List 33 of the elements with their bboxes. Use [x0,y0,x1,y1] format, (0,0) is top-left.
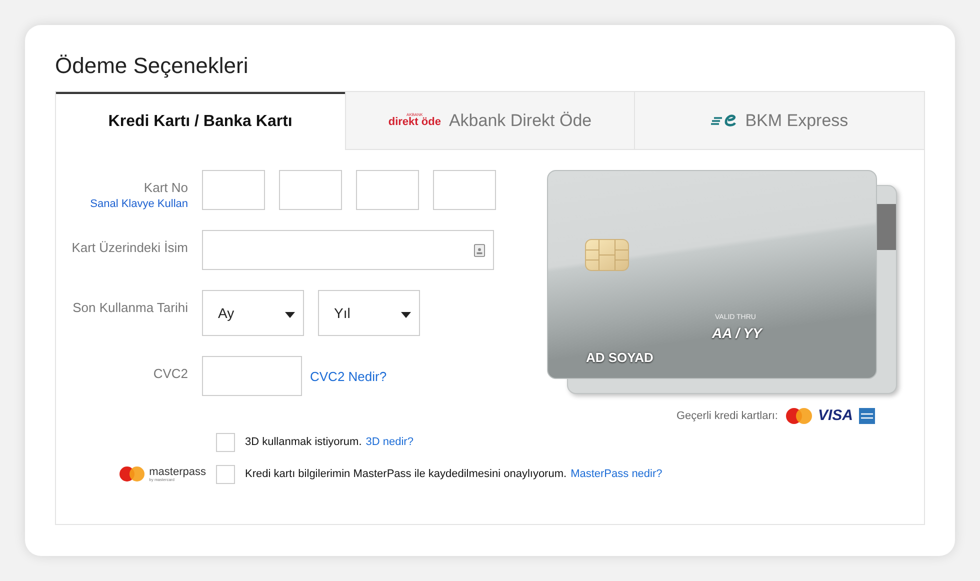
cvc-label: CVC2 [153,366,188,381]
cvc-field[interactable] [202,356,302,396]
year-select[interactable]: Yıl [318,290,420,336]
card-holder-text: AD SOYAD [586,350,654,365]
card-number-field[interactable] [433,170,496,210]
caret-icon [285,312,295,318]
card-number-label: Kart No [144,180,188,195]
option-text: Kredi kartı bilgilerimin MasterPass ile kaydedilmesini onaylıyorum. [245,468,567,480]
chip-icon [585,239,629,271]
card-name-label: Kart Üzerindeki İsim [72,240,188,255]
info-link[interactable]: MasterPass nedir? [570,468,662,480]
cvc-info-link[interactable]: CVC2 Nedir? [310,368,387,384]
option-text: 3D kullanmak istiyorum. [245,436,362,448]
payment-tab[interactable]: BKM Express [634,92,924,150]
masterpass-circles-icon [119,466,146,482]
info-link[interactable]: 3D nedir? [366,436,414,448]
checkbox[interactable] [216,464,235,484]
contact-card-icon [474,244,485,256]
expiry-date-label: Son Kullanma Tarihi [72,300,188,315]
visa-logo: VISA [818,407,853,424]
card-number-field[interactable] [356,170,419,210]
virtual-keyboard-link[interactable]: Sanal Klavye Kullan [90,198,188,210]
card-number-field[interactable] [202,170,265,210]
card-number-field[interactable] [279,170,342,210]
card-expiry-text: AA / YY [712,325,762,341]
bkm-logo-icon [711,114,738,128]
checkbox[interactable] [216,432,235,452]
mastercard-logo-icon [786,408,812,424]
page-title: Ödeme Seçenekleri [55,52,250,80]
accepted-cards-label: Geçerli kredi kartları: [676,410,778,422]
card-name-field[interactable] [202,230,494,270]
caret-icon [401,312,411,318]
month-select[interactable]: Ay [202,290,304,336]
